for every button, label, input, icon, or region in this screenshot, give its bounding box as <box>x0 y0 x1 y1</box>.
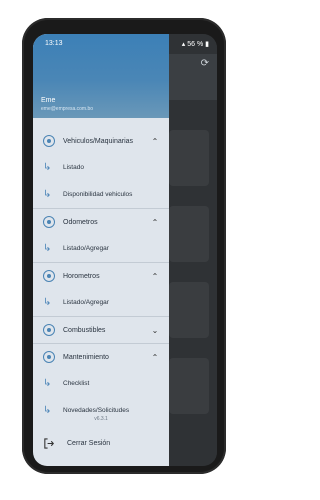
chevron-up-icon[interactable]: ⌃ <box>149 272 161 281</box>
status-icons: ▴ 56 % ▮ <box>182 40 209 48</box>
section-label: Mantenimiento <box>63 353 109 361</box>
subdirectory-arrow-icon: ↳ <box>43 243 52 254</box>
menu-item[interactable]: ↳ Listado <box>33 154 169 181</box>
app-version: v6.3.1 <box>94 416 108 422</box>
subdirectory-arrow-icon: ↳ <box>43 189 52 200</box>
status-bar: 13:13 ▴ 56 % ▮ <box>33 34 217 54</box>
section-horometros: Horometros ⌃ ↳ Listado/Agregar <box>33 263 169 317</box>
logout-icon <box>43 437 59 449</box>
signal-icon: ▴ <box>181 41 186 48</box>
section-header[interactable]: Mantenimiento ⌃ <box>33 344 169 370</box>
menu-item-label: Listado <box>63 164 84 171</box>
menu-item[interactable]: ↳ Checklist <box>33 370 169 397</box>
chevron-up-icon[interactable]: ⌃ <box>149 218 161 227</box>
chevron-up-icon[interactable]: ⌃ <box>149 137 161 146</box>
section-label: Vehiculos/Maquinarias <box>63 137 134 145</box>
menu-item-label: Checklist <box>63 380 90 387</box>
user-name: Eme <box>41 97 56 104</box>
circle-dot-icon <box>41 214 57 230</box>
section-label: Combustibles <box>63 326 106 334</box>
background-card <box>169 358 209 414</box>
subdirectory-arrow-icon: ↳ <box>43 297 52 308</box>
menu-item[interactable]: ↳ Listado/Agregar <box>33 289 169 316</box>
menu-item-label: Listado/Agregar <box>63 245 109 252</box>
menu-item[interactable]: ↳ Disponibilidad vehiculos <box>33 181 169 208</box>
status-time: 13:13 <box>45 40 63 47</box>
refresh-icon[interactable]: ⟳ <box>201 58 209 69</box>
chevron-up-icon[interactable]: ⌃ <box>149 353 161 362</box>
circle-dot-icon <box>41 133 57 149</box>
background-card <box>169 130 209 186</box>
subdirectory-arrow-icon: ↳ <box>43 405 52 416</box>
menu-item-label: Disponibilidad vehiculos <box>63 191 133 198</box>
subdirectory-arrow-icon: ↳ <box>43 162 52 173</box>
screen: ⟳ 13:13 ▴ 56 % ▮ Eme eme@empresa.com.bo … <box>33 34 217 466</box>
section-combustibles: Combustibles ⌄ <box>33 317 169 344</box>
menu-item-label: Listado/Agregar <box>63 299 109 306</box>
section-label: Odometros <box>63 218 98 226</box>
circle-dot-icon <box>41 268 57 284</box>
section-header[interactable]: Combustibles ⌄ <box>33 317 169 343</box>
background-card <box>169 282 209 338</box>
battery-icon: ▮ <box>205 41 209 48</box>
circle-dot-icon <box>41 349 57 365</box>
logout-button[interactable]: Cerrar Sesión <box>33 430 169 456</box>
battery-value: 56 % <box>187 41 204 48</box>
logout-label: Cerrar Sesión <box>67 439 111 447</box>
section-odometros: Odometros ⌃ ↳ Listado/Agregar <box>33 209 169 263</box>
section-vehiculos: Vehiculos/Maquinarias ⌃ ↳ Listado ↳ Disp… <box>33 128 169 209</box>
section-header[interactable]: Horometros ⌃ <box>33 263 169 289</box>
drawer-menu: Vehiculos/Maquinarias ⌃ ↳ Listado ↳ Disp… <box>33 128 169 424</box>
section-header[interactable]: Vehiculos/Maquinarias ⌃ <box>33 128 169 154</box>
menu-item-label: Novedades/Solicitudes <box>63 407 130 414</box>
section-label: Horometros <box>63 272 100 280</box>
chevron-down-icon[interactable]: ⌄ <box>149 326 161 335</box>
user-email: eme@empresa.com.bo <box>41 106 94 112</box>
circle-dot-icon <box>41 322 57 338</box>
section-mantenimiento: Mantenimiento ⌃ ↳ Checklist ↳ Novedades/… <box>33 344 169 424</box>
subdirectory-arrow-icon: ↳ <box>43 378 52 389</box>
menu-item[interactable]: ↳ Listado/Agregar <box>33 235 169 262</box>
navigation-drawer: Eme eme@empresa.com.bo Vehiculos/Maquina… <box>33 34 169 466</box>
background-card <box>169 206 209 262</box>
section-header[interactable]: Odometros ⌃ <box>33 209 169 235</box>
